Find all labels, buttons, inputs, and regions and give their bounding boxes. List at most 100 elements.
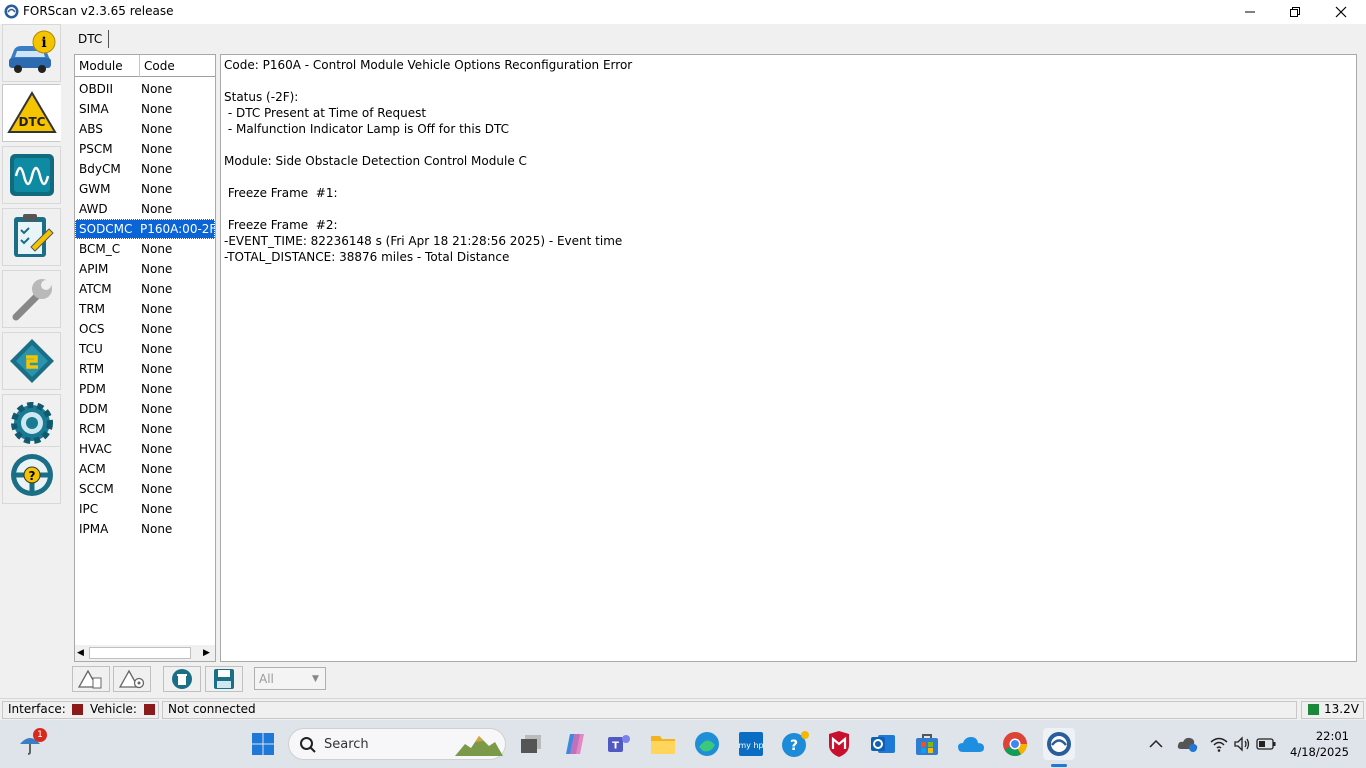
dtc-button[interactable]: DTC [2,84,61,142]
module-row[interactable]: RTM None [75,359,215,379]
settings-button[interactable] [2,394,61,452]
chrome-button[interactable] [999,728,1031,760]
module-row[interactable]: BCM_C None [75,239,215,259]
module-name: TCU [79,342,103,356]
oscilloscope-icon [9,154,54,196]
scrollbar-thumb[interactable] [89,647,191,659]
scroll-left-arrow-icon[interactable]: ◀ [77,648,84,658]
dtc-settings-button[interactable] [113,666,151,692]
start-button[interactable] [247,728,279,760]
svg-text:T: T [612,741,619,752]
onedrive-button[interactable] [955,728,987,760]
battery-button[interactable] [1250,728,1282,760]
module-code: None [141,142,173,156]
onedrive-icon [958,737,984,752]
module-row[interactable]: IPC None [75,499,215,519]
module-row[interactable]: OBDII None [75,79,215,99]
mcafee-tray-button[interactable] [1172,728,1204,760]
task-view-button[interactable] [515,728,547,760]
windows-taskbar: T my hp ? 22:01 4/18/2025 [0,720,1366,768]
module-code: None [141,182,173,196]
module-row[interactable]: AWD None [75,199,215,219]
file-explorer-button[interactable] [647,728,679,760]
help-button[interactable]: ? [2,446,61,504]
status-message-box [162,701,1297,719]
module-row[interactable]: RCM None [75,419,215,439]
scroll-right-arrow-icon[interactable]: ▶ [203,648,210,658]
module-row[interactable]: PDM None [75,379,215,399]
restore-button[interactable] [1272,0,1318,24]
help-icon: ? [782,731,809,757]
module-code: None [141,402,173,416]
module-row[interactable]: ATCM None [75,279,215,299]
programming-button[interactable] [2,332,61,390]
module-row[interactable]: SODCMC P160A:00-2F [75,219,215,239]
vehicle-info-button[interactable]: i [2,24,61,82]
configuration-button[interactable] [2,270,61,328]
module-list-header: Module Code [75,55,215,77]
horizontal-scrollbar[interactable]: ◀ ▶ [75,645,215,661]
show-hidden-icons-button[interactable] [1140,728,1172,760]
dropdown-arrow-icon: ▼ [312,674,319,684]
column-header-code[interactable]: Code [144,59,175,73]
warning-gear-icon [119,669,145,689]
module-row[interactable]: TRM None [75,299,215,319]
module-name: DDM [79,402,108,416]
filter-dropdown[interactable]: All ▼ [254,667,326,690]
outlook-button[interactable] [867,728,899,760]
module-row[interactable]: APIM None [75,259,215,279]
freeze-frame-1-heading: Freeze Frame #1: [224,186,338,200]
module-row[interactable]: ABS None [75,119,215,139]
system-clock[interactable]: 22:01 4/18/2025 [1285,728,1349,760]
module-row[interactable]: SIMA None [75,99,215,119]
minimize-button[interactable] [1227,0,1273,24]
teams-button[interactable]: T [603,728,635,760]
module-row[interactable]: OCS None [75,319,215,339]
copilot-button[interactable] [559,728,591,760]
module-code: None [141,82,173,96]
clear-dtc-button[interactable] [163,666,201,692]
oscilloscope-button[interactable] [2,146,61,204]
taskbar-search-box[interactable]: Search [288,728,506,760]
module-code: None [141,422,173,436]
dtc-details-panel: Code: P160A - Control Module Vehicle Opt… [220,54,1357,662]
file-explorer-icon [651,736,675,754]
column-header-module[interactable]: Module [79,59,123,73]
module-name: SODCMC [79,222,133,236]
module-row[interactable]: TCU None [75,339,215,359]
close-button[interactable] [1318,0,1364,24]
module-code: None [141,522,173,536]
myhp-button[interactable]: my hp [735,728,767,760]
svg-text:?: ? [28,469,35,483]
module-list: Module Code OBDII None SIMA None ABS None PSCM… [74,54,216,662]
myhp-icon: my hp [738,732,764,756]
svg-text:i: i [41,35,46,51]
forscan-taskbar-button[interactable] [1043,728,1075,760]
module-code: None [141,502,173,516]
module-row[interactable]: ACM None [75,459,215,479]
start-icon [252,733,274,755]
module-row[interactable]: SCCM None [75,479,215,499]
module-rows: OBDII None SIMA None ABS None PSCM None BdyCM Non… [75,79,215,539]
edge-button[interactable] [691,728,723,760]
module-code: None [141,322,173,336]
module-row[interactable]: HVAC None [75,439,215,459]
service-tests-button[interactable] [2,208,61,266]
search-highlight-icon [455,736,503,756]
forscan-app-icon [4,4,19,19]
column-divider[interactable] [139,55,140,77]
module-row[interactable]: IPMA None [75,519,215,539]
module-row[interactable]: DDM None [75,399,215,419]
store-button[interactable] [911,728,943,760]
settings-gear-icon [10,402,53,444]
module-row[interactable]: BdyCM None [75,159,215,179]
module-row[interactable]: PSCM None [75,139,215,159]
module-code: None [141,202,173,216]
tab-dtc[interactable]: DTC [73,28,107,50]
read-dtc-button[interactable] [72,666,110,692]
get-help-button[interactable]: ? [779,728,811,760]
module-row[interactable]: GWM None [75,179,215,199]
chip-icon [9,339,54,383]
save-button[interactable] [205,666,243,692]
mcafee-button[interactable] [823,728,855,760]
